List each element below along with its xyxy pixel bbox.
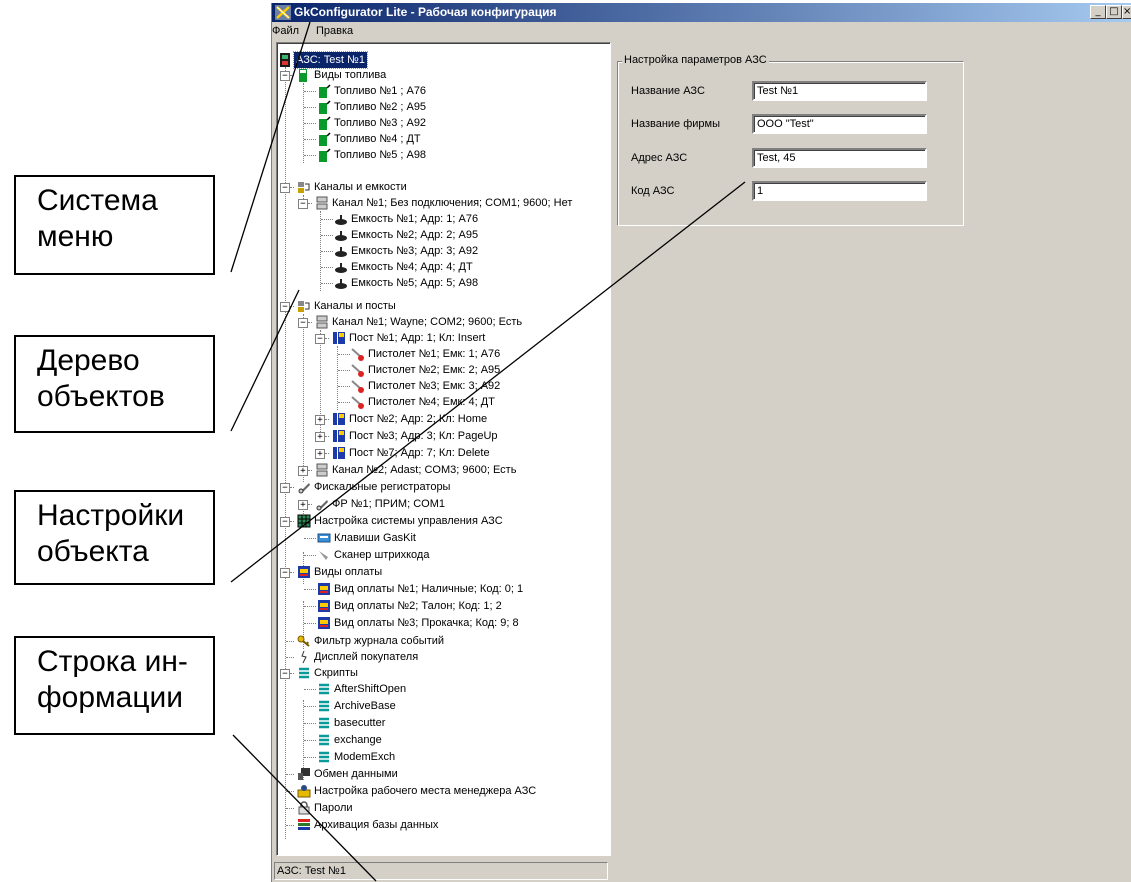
dispenser-post-icon	[333, 430, 345, 442]
keyboard-icon	[317, 533, 331, 543]
nozzle-icon	[351, 396, 364, 409]
status-bar: АЗС: Test №1	[272, 857, 1131, 882]
callout-menu-system: Система меню	[14, 175, 215, 275]
station-name-field[interactable]: Test №1	[752, 81, 927, 101]
key-icon	[297, 635, 310, 647]
display-icon	[301, 650, 307, 664]
script-icon	[319, 751, 329, 763]
tank-icon	[335, 247, 347, 257]
manager-icon	[297, 785, 311, 798]
callout-line: объекта	[37, 535, 149, 568]
maximize-button[interactable]: □	[1106, 5, 1122, 19]
tank-icon	[335, 279, 347, 289]
window-title: GkConfigurator Lite - Рабочая конфигурац…	[294, 5, 557, 19]
station-code-field[interactable]: 1	[752, 181, 927, 201]
app-icon	[275, 5, 291, 20]
tank-icon	[335, 231, 347, 241]
fiscal-register-icon	[298, 483, 310, 494]
fuel-pump-icon	[319, 148, 331, 162]
callout-line: формации	[37, 681, 184, 714]
channel-icon	[316, 315, 328, 329]
fuel-pump-icon	[319, 100, 331, 114]
menu-file[interactable]: Файл	[272, 22, 299, 41]
tank-icon	[335, 215, 347, 225]
callout-line: Строка ин-	[37, 645, 188, 678]
control-panel-icon	[297, 514, 311, 528]
fuel-pump-icon	[299, 69, 307, 82]
title-bar[interactable]: GkConfigurator Lite - Рабочая конфигурац…	[272, 3, 1131, 22]
callout-object-settings: Настройки объекта	[14, 490, 215, 585]
nozzle-icon	[351, 380, 364, 393]
status-text: АЗС: Test №1	[274, 862, 608, 880]
tank-icon	[335, 263, 347, 273]
lock-icon	[298, 801, 310, 815]
payment-icon	[298, 566, 310, 578]
script-icon	[299, 667, 309, 679]
script-icon	[319, 734, 329, 746]
nozzle-icon	[351, 348, 364, 361]
channel-icon	[316, 196, 328, 210]
payment-icon	[318, 583, 330, 595]
dispenser-post-icon	[333, 447, 345, 459]
payment-icon	[318, 600, 330, 612]
computer-icon	[298, 768, 310, 780]
callout-line: объектов	[37, 380, 165, 413]
nozzle-icon	[351, 364, 364, 377]
app-window: GkConfigurator Lite - Рабочая конфигурац…	[271, 3, 1131, 882]
gas-station-icon	[280, 53, 290, 67]
settings-group-title: Настройка параметров АЗС	[622, 54, 769, 67]
channel-icon	[316, 463, 328, 477]
object-tree[interactable]: АЗС: Test №1 − Виды топлива Топливо №1 ;…	[276, 42, 611, 856]
script-icon	[319, 700, 329, 712]
callout-line: Дерево	[37, 344, 140, 377]
fuel-pump-icon	[319, 116, 331, 130]
station-address-field[interactable]: Test, 45	[752, 148, 927, 168]
callout-line: Настройки	[37, 499, 185, 532]
station-address-label: Адрес АЗС	[631, 152, 688, 164]
channels-icon	[298, 301, 310, 312]
station-name-label: Название АЗС	[631, 85, 705, 97]
fiscal-register-icon	[316, 500, 328, 511]
payment-icon	[318, 617, 330, 629]
dispenser-post-icon	[333, 413, 345, 425]
station-code-label: Код АЗС	[631, 185, 675, 197]
barcode-scanner-icon	[319, 551, 328, 560]
callout-object-tree: Дерево объектов	[14, 335, 215, 433]
company-name-label: Название фирмы	[631, 118, 720, 130]
callout-info-line: Строка ин- формации	[14, 636, 215, 735]
callout-line: Система	[37, 184, 158, 217]
script-icon	[319, 683, 329, 695]
menu-edit[interactable]: Правка	[316, 22, 353, 41]
company-name-field[interactable]: ООО "Test"	[752, 114, 927, 134]
menu-bar: Файл Правка	[272, 22, 1131, 41]
fuel-pump-icon	[319, 132, 331, 146]
minimize-button[interactable]: _	[1090, 5, 1106, 19]
close-button[interactable]: ×	[1122, 5, 1131, 19]
script-icon	[319, 717, 329, 729]
channels-icon	[298, 182, 310, 193]
archive-icon	[298, 819, 310, 830]
fuel-pump-icon	[319, 84, 331, 98]
callout-line: меню	[37, 220, 114, 253]
dispenser-post-icon	[333, 332, 345, 344]
